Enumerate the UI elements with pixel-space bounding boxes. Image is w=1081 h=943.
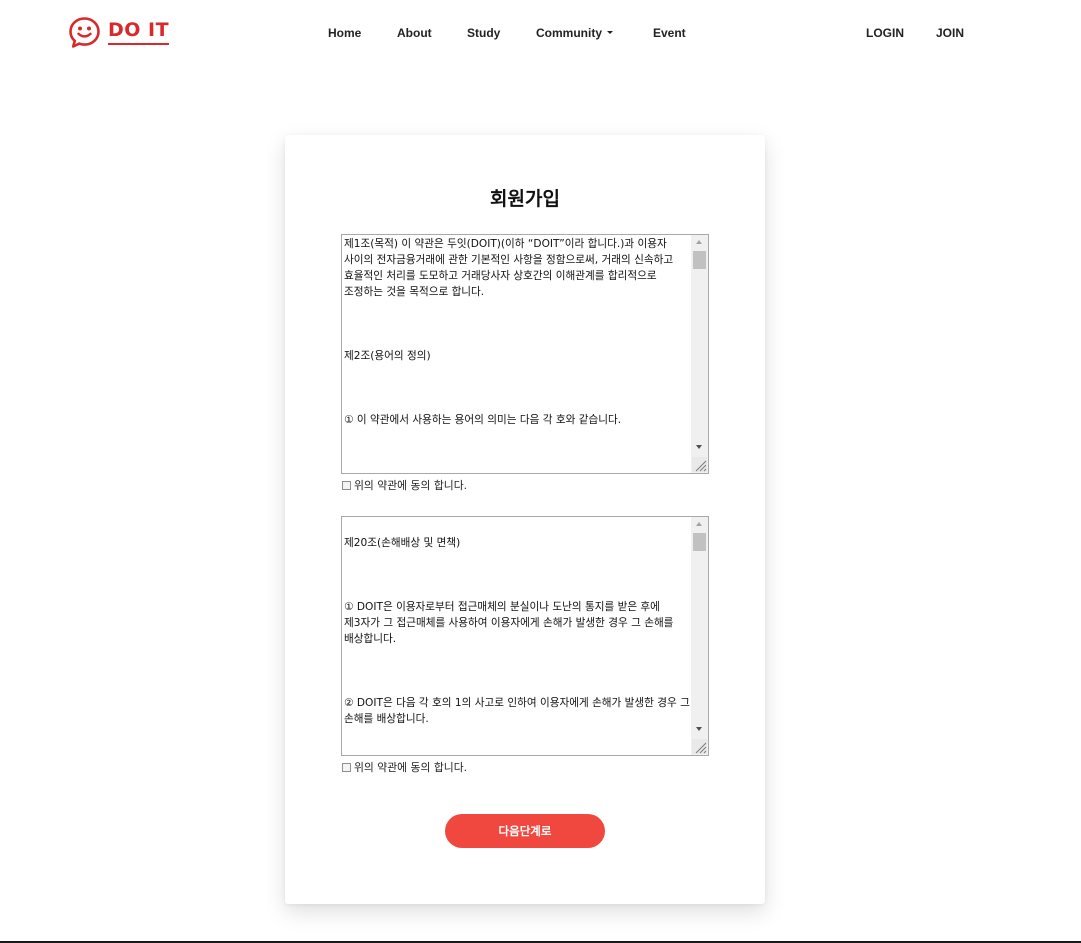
page-title: 회원가입 <box>490 188 560 210</box>
brand-logo-link[interactable]: DO IT <box>68 15 170 49</box>
smiley-chat-icon <box>69 16 100 48</box>
scroll-thumb[interactable] <box>693 251 706 269</box>
scroll-up-arrow-icon[interactable] <box>696 240 702 244</box>
terms1-paragraph: 제1조(목적) 이 약관은 두잇(DOIT)(이하 “DOIT”이라 합니다.)… <box>344 238 677 298</box>
agree-label-2: 위의 약관에 동의 합니다. <box>354 761 468 774</box>
terms-content-2: 제20조(손해배상 및 면책) ① DOIT은 이용자로부터 접근매체의 분실이… <box>342 517 692 728</box>
nav-about[interactable]: About <box>397 25 432 41</box>
terms-content-1: 제1조(목적) 이 약관은 두잇(DOIT)(이하 “DOIT”이라 합니다.)… <box>342 235 692 429</box>
resize-grip-icon[interactable] <box>692 739 707 754</box>
nav-join[interactable]: JOIN <box>936 25 964 41</box>
signup-card: 회원가입 제1조(목적) 이 약관은 두잇(DOIT)(이하 “DOIT”이라 … <box>285 135 765 904</box>
terms-textarea-2[interactable]: 제20조(손해배상 및 면책) ① DOIT은 이용자로부터 접근매체의 분실이… <box>341 516 709 756</box>
caret-down-icon <box>607 31 613 34</box>
scroll-thumb[interactable] <box>693 533 706 551</box>
nav-home[interactable]: Home <box>328 25 361 41</box>
terms1-paragraph: ① 이 약관에서 사용하는 용어의 의미는 다음 각 호와 같습니다. <box>344 414 622 426</box>
scrollbar[interactable] <box>691 517 708 755</box>
agree-label-1: 위의 약관에 동의 합니다. <box>354 479 468 492</box>
agree-checkbox-2[interactable] <box>342 762 351 772</box>
nav-login[interactable]: LOGIN <box>866 25 904 41</box>
nav-study[interactable]: Study <box>467 25 500 41</box>
nav-community-label: Community <box>536 26 602 40</box>
brand-name: DO IT <box>108 19 170 45</box>
terms2-paragraph: ② DOIT은 다음 각 호의 1의 사고로 인하여 이용자에게 손해가 발생한… <box>344 697 690 725</box>
terms2-paragraph: ① DOIT은 이용자로부터 접근매체의 분실이나 도난의 통지를 받은 후에 … <box>344 601 677 645</box>
scroll-down-arrow-icon[interactable] <box>696 727 702 731</box>
nav-community-dropdown[interactable]: Community <box>536 25 613 41</box>
resize-grip-icon[interactable] <box>692 457 707 472</box>
navbar: DO IT Home About Study Community Event L… <box>0 0 1081 66</box>
agree-terms-2[interactable]: 위의 약관에 동의 합니다. <box>342 760 467 774</box>
scrollbar[interactable] <box>691 235 708 473</box>
terms-textarea-1[interactable]: 제1조(목적) 이 약관은 두잇(DOIT)(이하 “DOIT”이라 합니다.)… <box>341 234 709 474</box>
terms1-paragraph: 제2조(용어의 정의) <box>344 350 431 362</box>
nav-event[interactable]: Event <box>653 25 686 41</box>
scroll-up-arrow-icon[interactable] <box>696 522 702 526</box>
agree-checkbox-1[interactable] <box>342 480 351 490</box>
scroll-down-arrow-icon[interactable] <box>696 445 702 449</box>
terms2-paragraph: 제20조(손해배상 및 면책) <box>344 537 461 549</box>
agree-terms-1[interactable]: 위의 약관에 동의 합니다. <box>342 478 467 492</box>
next-step-button[interactable]: 다음단계로 <box>445 814 605 848</box>
